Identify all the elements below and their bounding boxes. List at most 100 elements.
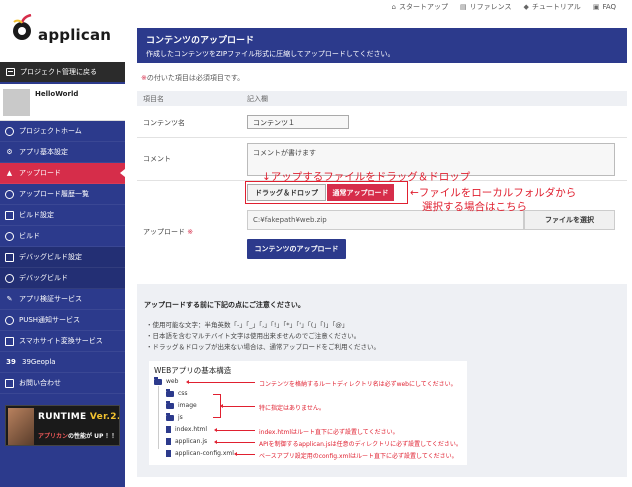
sidebar-item-upload[interactable]: ▲ アップロード	[0, 163, 125, 184]
column-entry: 記入欄	[247, 94, 268, 103]
back-to-projects-button[interactable]: プロジェクト管理に戻る	[0, 62, 125, 82]
comment-label: コメント	[143, 155, 171, 163]
tree-label: index.html	[175, 426, 207, 433]
notes-line: ・ドラッグ＆ドロップが出来ない場合は、通常アップロードをご利用ください。	[146, 343, 380, 351]
sidebar-item-debug-build[interactable]: デバッグビルド	[0, 268, 125, 289]
upload-required-mark: ※	[187, 228, 194, 236]
folder-icon	[166, 388, 174, 397]
banner-title: RUNTIME Ver.2.0	[38, 412, 119, 422]
file-icon	[166, 438, 171, 445]
index-arrow	[214, 428, 255, 432]
choose-file-button[interactable]: ファイルを選択	[524, 210, 615, 230]
sidebar-item-debug-build-settings[interactable]: デバッグビルド設定	[0, 247, 125, 268]
debug-settings-icon	[5, 252, 14, 262]
applican-js-note: APIを制御するapplican.jsは任意のディレクトリに必ず設置してください…	[259, 441, 462, 448]
tree-label: applican-config.xml	[175, 450, 234, 457]
topnav-faq[interactable]: ▣ FAQ	[593, 3, 616, 11]
tree-item-index: index.html	[166, 426, 207, 433]
sidebar-item-build[interactable]: ビルド	[0, 226, 125, 247]
banner-title-a: RUNTIME	[38, 412, 90, 422]
tree-item-web: web	[154, 376, 178, 385]
wrench-icon: ✎	[6, 295, 13, 303]
banner-title-version: Ver.2.0	[89, 412, 119, 422]
sidebar-item-label: アプリ検証サービス	[19, 295, 82, 303]
local-file-annotation-2: 選択する場合はこちら	[422, 201, 527, 213]
tree-label: image	[178, 402, 197, 409]
content-name-input[interactable]: コンテンツ１	[247, 115, 349, 129]
drag-drop-annotation: ↓アップするファイルをドラッグ＆ドロップ	[262, 171, 471, 183]
required-note-text: の付いた項目は必須項目です。	[146, 74, 245, 82]
tree-item-applican-js: applican.js	[166, 438, 207, 445]
topnav-label: リファレンス	[469, 3, 512, 11]
project-name: HelloWorld	[35, 90, 79, 98]
sidebar-item-label: ビルド設定	[19, 211, 54, 219]
tree-line	[158, 386, 159, 449]
tree-item-config: applican-config.xml	[166, 450, 234, 457]
upload-notes-panel: アップロードする前に下記の点にご注意ください。 ・使用可能な文字：半角英数「-」…	[137, 284, 627, 477]
topnav-startup[interactable]: ⌂ スタートアップ	[392, 2, 448, 12]
tree-item-css: css	[166, 388, 188, 397]
upload-icon: ▲	[6, 169, 13, 177]
notes-title: アップロードする前に下記の点にご注意ください。	[144, 301, 305, 309]
sidebar-item-project-home[interactable]: プロジェクトホーム	[0, 121, 125, 142]
gear-icon: ⚙	[6, 148, 13, 156]
config-arrow	[234, 452, 255, 456]
tree-item-js: js	[166, 412, 183, 421]
topnav-label: スタートアップ	[398, 3, 448, 11]
web-arrow	[186, 380, 255, 384]
convert-icon	[5, 336, 14, 346]
tree-label: applican.js	[175, 438, 208, 445]
folders-arrow	[220, 404, 255, 408]
sidebar-item-label: アプリ基本設定	[19, 148, 68, 156]
notes-list: ・使用可能な文字：半角英数「-」「_」「,」「!」「*」「'」「(」「)」「@」…	[146, 320, 380, 353]
web-note: コンテンツを格納するルートディレクトリ名は必ずwebにしてください。	[259, 381, 457, 388]
sidebar-item-upload-history[interactable]: アップロード履歴一覧	[0, 184, 125, 205]
banner-photo	[8, 408, 34, 445]
file-icon	[166, 450, 171, 457]
sidebar-item-label: スマホサイト変換サービス	[19, 337, 103, 345]
tree-item-image: image	[166, 400, 197, 409]
sidebar-item-app-settings[interactable]: ⚙ アプリ基本設定	[0, 142, 125, 163]
tab-drag-drop[interactable]: ドラッグ＆ドロップ	[247, 184, 326, 201]
page-header: コンテンツのアップロード 作成したコンテンツをZIPファイル形式に圧縮してアップ…	[137, 28, 627, 63]
tab-normal-upload[interactable]: 通常アップロード	[327, 184, 394, 201]
build-icon	[5, 231, 14, 241]
sidebar-item-label: PUSH通知サービス	[19, 316, 81, 324]
book-icon: ▤	[459, 3, 467, 11]
file-tree: web css image js index.html applican.js …	[149, 361, 467, 465]
sidebar-item-build-settings[interactable]: ビルド設定	[0, 205, 125, 226]
upload-contents-button[interactable]: コンテンツのアップロード	[247, 239, 346, 259]
logo-area[interactable]: applican	[0, 0, 125, 62]
startup-icon: ⌂	[391, 3, 396, 11]
sidebar-item-label: お問い合わせ	[19, 379, 61, 387]
folder-icon	[166, 400, 174, 409]
upload-label-text: アップロード	[143, 228, 185, 236]
sidebar-item-contact[interactable]: お問い合わせ	[0, 373, 125, 394]
sidebar-item-site-conversion[interactable]: スマホサイト変換サービス	[0, 331, 125, 352]
runtime-banner[interactable]: RUNTIME Ver.2.0 アプリカンの性能が UP ！！	[5, 405, 120, 446]
topnav-label: チュートリアル	[531, 3, 581, 11]
form-table-header: 項目名 記入欄	[137, 91, 627, 106]
required-note: ※の付いた項目は必須項目です。	[137, 73, 627, 83]
sidebar-menu: プロジェクトホーム ⚙ アプリ基本設定 ▲ アップロード アップロード履歴一覧 …	[0, 121, 125, 394]
sidebar-item-app-verification[interactable]: ✎ アプリ検証サービス	[0, 289, 125, 310]
sidebar-item-push-service[interactable]: PUSH通知サービス	[0, 310, 125, 331]
notes-line: ・日本語を含むマルチバイト文字は使用出来ませんのでご注意ください。	[146, 332, 361, 340]
index-note: index.htmlはルート直下に必ず設置してください。	[259, 429, 399, 436]
sidebar: applican プロジェクト管理に戻る HelloWorld プロジェクトホー…	[0, 0, 125, 487]
banner-sub-brand: アプリカン	[38, 433, 69, 440]
push-icon	[5, 315, 14, 325]
column-item: 項目名	[143, 94, 164, 103]
logo-text: applican	[38, 26, 112, 44]
geopla-icon: 39	[6, 358, 16, 366]
applican-logo-icon	[13, 14, 32, 40]
topnav-reference[interactable]: ▤ リファレンス	[460, 2, 512, 12]
sidebar-item-label: デバッグビルド	[19, 274, 68, 282]
tree-label: js	[178, 414, 183, 421]
sidebar-item-label: ビルド	[19, 232, 40, 240]
topnav-tutorial[interactable]: ◆ チュートリアル	[523, 2, 580, 12]
upload-label: アップロード ※	[143, 227, 193, 237]
mail-icon	[5, 378, 14, 388]
folder-icon	[154, 376, 162, 385]
sidebar-item-39geopla[interactable]: 39 39Geopla	[0, 352, 125, 373]
